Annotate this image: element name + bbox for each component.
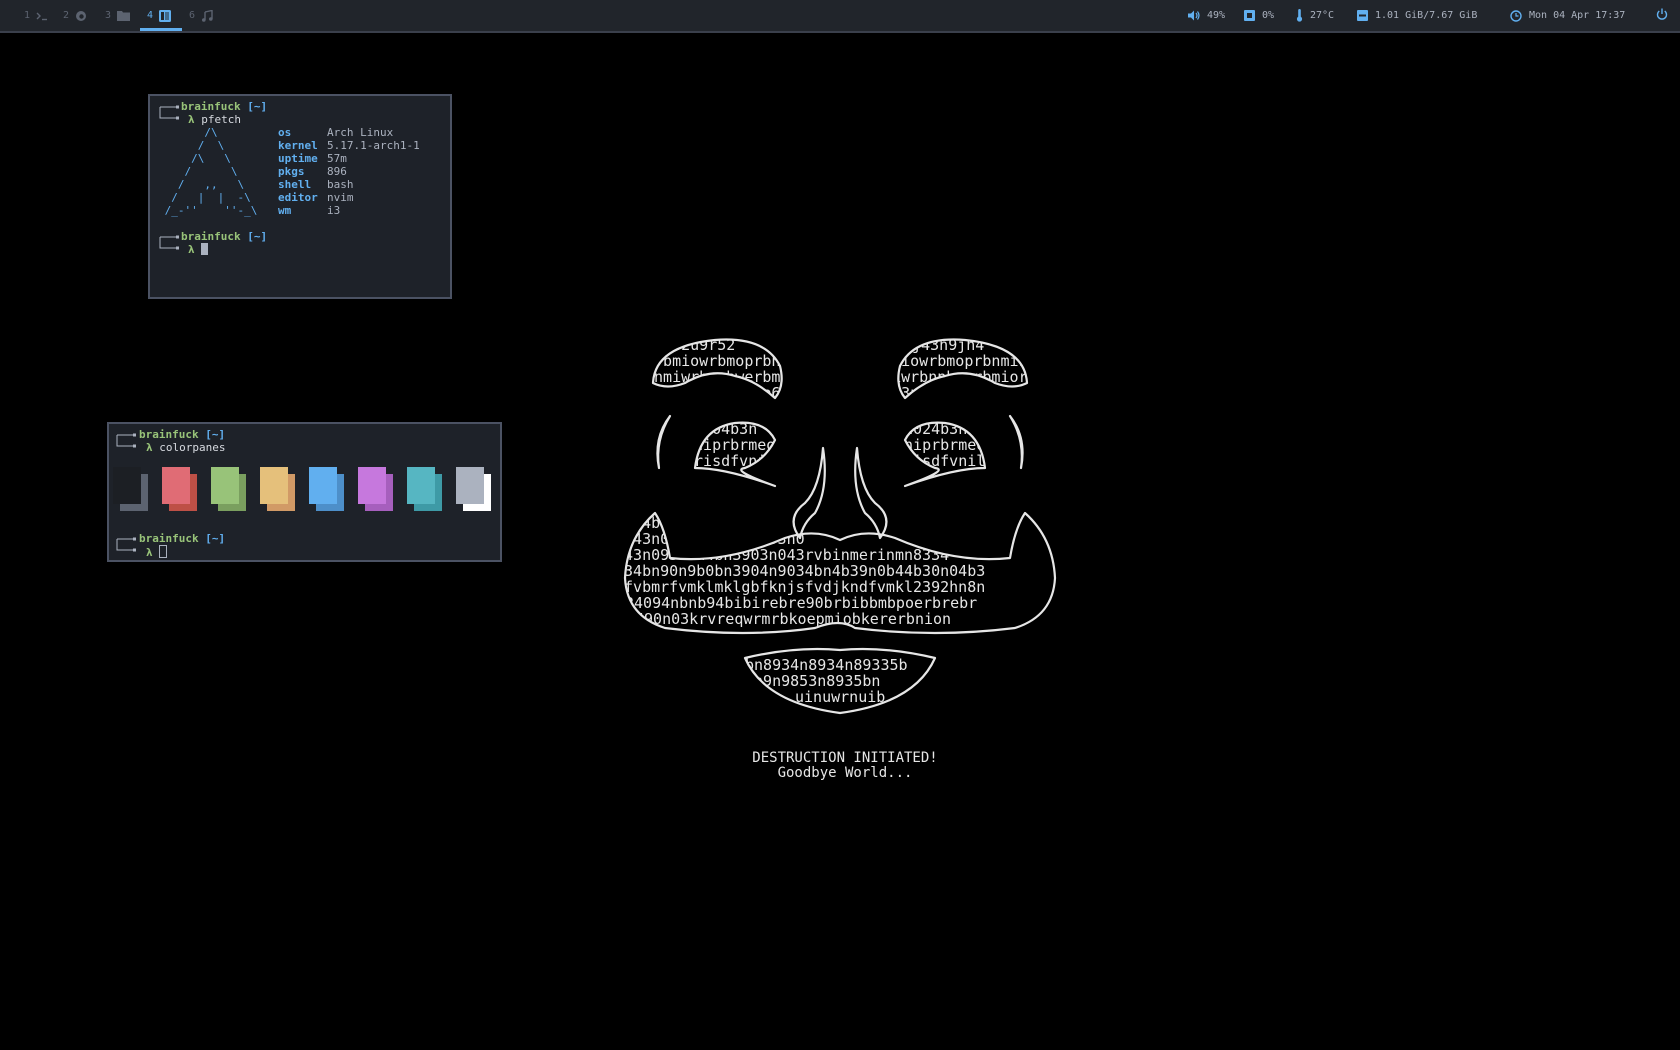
- memory-module: 1.01 GiB/7.67 GiB: [1357, 0, 1477, 31]
- color-pane-face: [162, 467, 190, 504]
- workspace-6[interactable]: 6: [189, 0, 213, 31]
- color-pane: [211, 467, 246, 511]
- color-pane-face: [211, 467, 239, 504]
- color-pane: [358, 467, 393, 511]
- prompt-tree-icon: [115, 536, 137, 555]
- color-pane-face: [260, 467, 288, 504]
- svg-text:brisdfvnilkkfbklm: brisdfvnilkkfbklm: [895, 452, 1049, 470]
- prompt-line: brainfuck [~]: [139, 428, 226, 441]
- power-button[interactable]: [1656, 0, 1668, 31]
- firefox-icon: [75, 10, 87, 22]
- color-pane: [260, 467, 295, 511]
- prompt-line: brainfuck [~]: [139, 532, 226, 545]
- color-pane-face: [407, 467, 435, 504]
- color-pane: [407, 467, 442, 511]
- command-line: λ colorpanes: [146, 441, 226, 454]
- terminal-window-pfetch[interactable]: brainfuck [~] λ pfetch /\ / \ /\ \ / \ /…: [148, 94, 452, 299]
- music-icon: [201, 9, 213, 22]
- terminal-window-colorpanes[interactable]: brainfuck [~] λ colorpanes brainfuck [~]…: [107, 422, 502, 562]
- workspace-2[interactable]: 2: [63, 0, 87, 31]
- cpu-module: 0%: [1244, 0, 1274, 31]
- text-cursor: [201, 243, 209, 255]
- svg-text:uinuwrnuib: uinuwrnuib: [795, 688, 885, 706]
- prompt-tree-icon: [158, 234, 180, 253]
- clock-module: Mon 04 Apr 17:37: [1510, 0, 1625, 31]
- color-pane-face: [309, 467, 337, 504]
- destruction-message: DESTRUCTION INITIATED! Goodbye World...: [752, 750, 938, 781]
- thermometer-icon: [1296, 9, 1303, 22]
- prompt-tree-icon: [115, 432, 137, 451]
- svg-text:brisdfvnilkkfbklm: brisdfvnilkkfbklm: [685, 452, 839, 470]
- color-pane-face: [358, 467, 386, 504]
- power-icon: [1656, 8, 1668, 23]
- workspace-3[interactable]: 3: [105, 0, 131, 31]
- workspace-4[interactable]: 4: [140, 0, 182, 31]
- prompt-line: brainfuck [~]: [181, 230, 268, 243]
- volume-icon: [1188, 10, 1200, 21]
- color-panes: [113, 467, 493, 513]
- color-pane: [309, 467, 344, 511]
- color-pane: [113, 467, 148, 511]
- prompt-line: brainfuck [~]: [181, 100, 268, 113]
- svg-text:590n03krvreqwrmrbkoepmiobkerer: 590n03krvreqwrmrbkoepmiobkererbnion: [635, 610, 951, 628]
- command-line: λ pfetch: [188, 113, 241, 126]
- clock-icon: [1510, 9, 1522, 22]
- sidebar-window-icon: [159, 9, 172, 22]
- color-pane: [162, 467, 197, 511]
- top-bar: 1 2 3 4 6 49% 0% 27°C 1.01 GiB/7.67 GiB …: [0, 0, 1680, 33]
- cpu-icon: [1244, 10, 1255, 21]
- color-pane: [456, 467, 491, 511]
- color-pane-face: [456, 467, 484, 504]
- temperature-module: 27°C: [1296, 0, 1334, 31]
- volume-module[interactable]: 49%: [1188, 0, 1225, 31]
- fsociety-mask-art: n5k42u9r52 irbmiowrbmoprbnmiwrbn bnmiwrb…: [615, 328, 1065, 718]
- text-cursor: [159, 545, 168, 558]
- color-pane-face: [113, 467, 141, 504]
- terminal-icon: [36, 11, 48, 21]
- svg-text:bnmiwrbnpbwerbmiorbnmiw: bnmiwrbnpbwerbmiorbnmiw: [865, 368, 1065, 386]
- workspace-1[interactable]: 1: [24, 0, 48, 31]
- input-line[interactable]: λ: [146, 545, 168, 559]
- memory-icon: [1357, 10, 1368, 21]
- folder-icon: [117, 10, 131, 21]
- prompt-tree-icon: [158, 104, 180, 123]
- input-line[interactable]: λ: [188, 243, 209, 256]
